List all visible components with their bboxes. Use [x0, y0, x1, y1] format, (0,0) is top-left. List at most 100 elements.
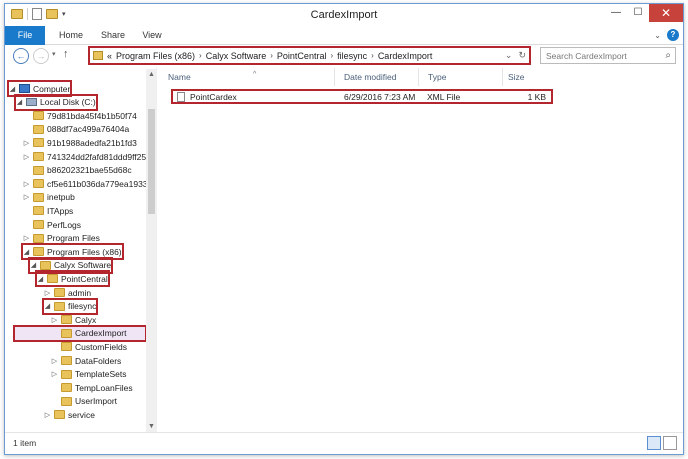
refresh-icon[interactable]: ↻	[518, 50, 526, 61]
tree-item[interactable]: ▷ Program Files	[23, 232, 100, 245]
tree-item[interactable]: ▷ Calyx	[51, 313, 96, 326]
collapsed-arrow-icon[interactable]: ▷	[23, 139, 30, 147]
breadcrumb-item[interactable]: CardexImport	[378, 51, 433, 61]
search-box[interactable]: Search CardexImport ⌕	[540, 47, 676, 64]
chevron-down-icon[interactable]: ⌄	[505, 50, 513, 61]
ribbon-tabs: File Home Share View ⌄ ?	[5, 26, 683, 45]
tree-item-label: DataFolders	[75, 355, 122, 366]
column-header-label: Name	[168, 72, 191, 82]
tab-share[interactable]: Share	[95, 26, 131, 45]
folder-icon	[33, 206, 44, 216]
file-name: PointCardex	[190, 92, 237, 102]
expand-ribbon-icon[interactable]: ⌄	[654, 31, 661, 40]
folder-icon	[40, 260, 51, 270]
chevron-right-icon[interactable]: ›	[371, 51, 374, 60]
tree-item[interactable]: 79d81bda45f4b1b50f74	[23, 109, 137, 122]
collapsed-arrow-icon[interactable]: ▷	[44, 411, 51, 419]
tree-item[interactable]: PerfLogs	[23, 218, 81, 231]
tree-item[interactable]: ▷ TemplateSets	[51, 368, 127, 381]
recent-locations-dropdown[interactable]: ▾	[52, 50, 56, 58]
file-date-modified: 6/29/2016 7:23 AM	[344, 92, 416, 102]
collapsed-arrow-icon[interactable]: ▷	[51, 370, 58, 378]
help-icon[interactable]: ?	[667, 29, 679, 41]
breadcrumb-item[interactable]: filesync	[337, 51, 367, 61]
tree-item[interactable]: ▷ DataFolders	[51, 354, 122, 367]
breadcrumb-item[interactable]: PointCentral	[277, 51, 327, 61]
minimize-button[interactable]: —	[605, 4, 627, 22]
status-bar: 1 item	[5, 432, 683, 454]
column-header-type[interactable]: Type	[423, 68, 503, 86]
tree-item-label: 79d81bda45f4b1b50f74	[47, 110, 137, 121]
tree-item-label: Program Files	[47, 233, 100, 244]
forward-button[interactable]: →	[33, 48, 49, 64]
scroll-down-icon[interactable]: ▼	[146, 421, 157, 432]
scroll-up-icon[interactable]: ▲	[146, 69, 157, 80]
column-header-name[interactable]: ^ Name	[163, 68, 335, 86]
tree-item[interactable]: CardexImport	[13, 324, 147, 342]
tree-item[interactable]: UserImport	[51, 395, 117, 408]
tree-item[interactable]: ◢ Program Files (x86)	[21, 243, 124, 261]
collapsed-arrow-icon[interactable]: ▷	[23, 234, 30, 242]
breadcrumb-item[interactable]: Calyx Software	[206, 51, 267, 61]
chevron-right-icon[interactable]: ›	[270, 51, 273, 60]
tree-item[interactable]: ▷ cf5e611b036da779ea1933€	[23, 177, 152, 190]
chevron-right-icon[interactable]: ›	[330, 51, 333, 60]
scrollbar-thumb[interactable]	[148, 109, 155, 214]
tree-item[interactable]: ITApps	[23, 204, 73, 217]
details-view-icon[interactable]	[647, 436, 661, 450]
tree-item-label: CustomFields	[75, 341, 127, 352]
tree-item[interactable]: ◢ Calyx Software	[27, 256, 114, 274]
file-type: XML File	[427, 92, 461, 102]
breadcrumb-item[interactable]: Program Files (x86)	[116, 51, 195, 61]
file-list[interactable]: ^ Name Date modified Type Size PointCard…	[163, 68, 683, 432]
tree-item[interactable]: b86202321bae55d68c	[23, 164, 132, 177]
tab-file[interactable]: File	[5, 26, 45, 45]
tree-item[interactable]: ▷ admin	[44, 286, 91, 299]
expanded-arrow-icon[interactable]: ◢	[23, 248, 30, 256]
navigation-pane[interactable]: ◢ Computer ◢ Local Disk (C:) 79d81bda45f4b1b…	[5, 68, 157, 432]
chevron-right-icon[interactable]: ›	[199, 51, 202, 60]
tab-view[interactable]: View	[135, 26, 169, 45]
tree-item[interactable]: ▷ 741324dd2fafd81ddd9ff25	[23, 150, 146, 163]
tree-item[interactable]: ◢ filesync	[41, 297, 99, 315]
expanded-arrow-icon[interactable]: ◢	[30, 261, 37, 269]
collapsed-arrow-icon[interactable]: ▷	[23, 153, 30, 161]
tab-home[interactable]: Home	[53, 26, 89, 45]
back-button[interactable]: ←	[13, 48, 29, 64]
tree-item[interactable]: 088df7ac499a76404a	[23, 123, 129, 136]
folder-icon	[93, 51, 103, 60]
collapsed-arrow-icon[interactable]: ▷	[51, 357, 58, 365]
tree-item[interactable]: CustomFields	[51, 340, 127, 353]
expanded-arrow-icon[interactable]: ◢	[44, 302, 51, 310]
tree-item[interactable]: ▷ 91b1988adedfa21b1fd3	[23, 136, 137, 149]
column-header-size[interactable]: Size	[503, 68, 553, 86]
expanded-arrow-icon[interactable]: ◢	[9, 85, 16, 93]
tree-item-label: Computer	[33, 83, 71, 94]
tree-item[interactable]: ◢ Local Disk (C:)	[14, 93, 98, 111]
breadcrumb-overflow[interactable]: «	[107, 51, 112, 61]
close-button[interactable]: ✕	[649, 4, 683, 22]
tree-item[interactable]: ▷ service	[44, 408, 95, 421]
folder-icon	[54, 288, 65, 297]
search-input[interactable]: Search CardexImport	[546, 51, 627, 61]
navigation-pane-scrollbar[interactable]: ▲ ▼	[146, 69, 157, 432]
maximize-button[interactable]: ☐	[627, 4, 649, 22]
expanded-arrow-icon[interactable]: ◢	[37, 275, 44, 283]
expanded-arrow-icon[interactable]: ◢	[16, 98, 23, 106]
tree-item[interactable]: TempLoanFiles	[51, 381, 133, 394]
address-bar[interactable]: « Program Files (x86) › Calyx Software ›…	[88, 46, 531, 65]
large-icons-view-icon[interactable]	[663, 436, 677, 450]
tree-item[interactable]: ▷ inetpub	[23, 191, 75, 204]
collapsed-arrow-icon[interactable]: ▷	[51, 316, 58, 324]
search-icon[interactable]: ⌕	[665, 50, 671, 61]
collapsed-arrow-icon[interactable]: ▷	[23, 180, 30, 188]
collapsed-arrow-icon[interactable]: ▷	[44, 289, 51, 297]
column-header-date[interactable]: Date modified	[339, 68, 419, 86]
up-button[interactable]: ↑	[63, 48, 69, 60]
tree-item[interactable]: ◢ Computer	[6, 80, 73, 97]
folder-icon	[61, 383, 72, 393]
collapsed-arrow-icon[interactable]: ▷	[23, 193, 30, 201]
tree-item[interactable]: ◢ PointCentral	[35, 270, 110, 288]
tree-item-label: 088df7ac499a76404a	[47, 124, 130, 135]
file-row[interactable]: PointCardex 6/29/2016 7:23 AM XML File 1…	[171, 89, 553, 104]
